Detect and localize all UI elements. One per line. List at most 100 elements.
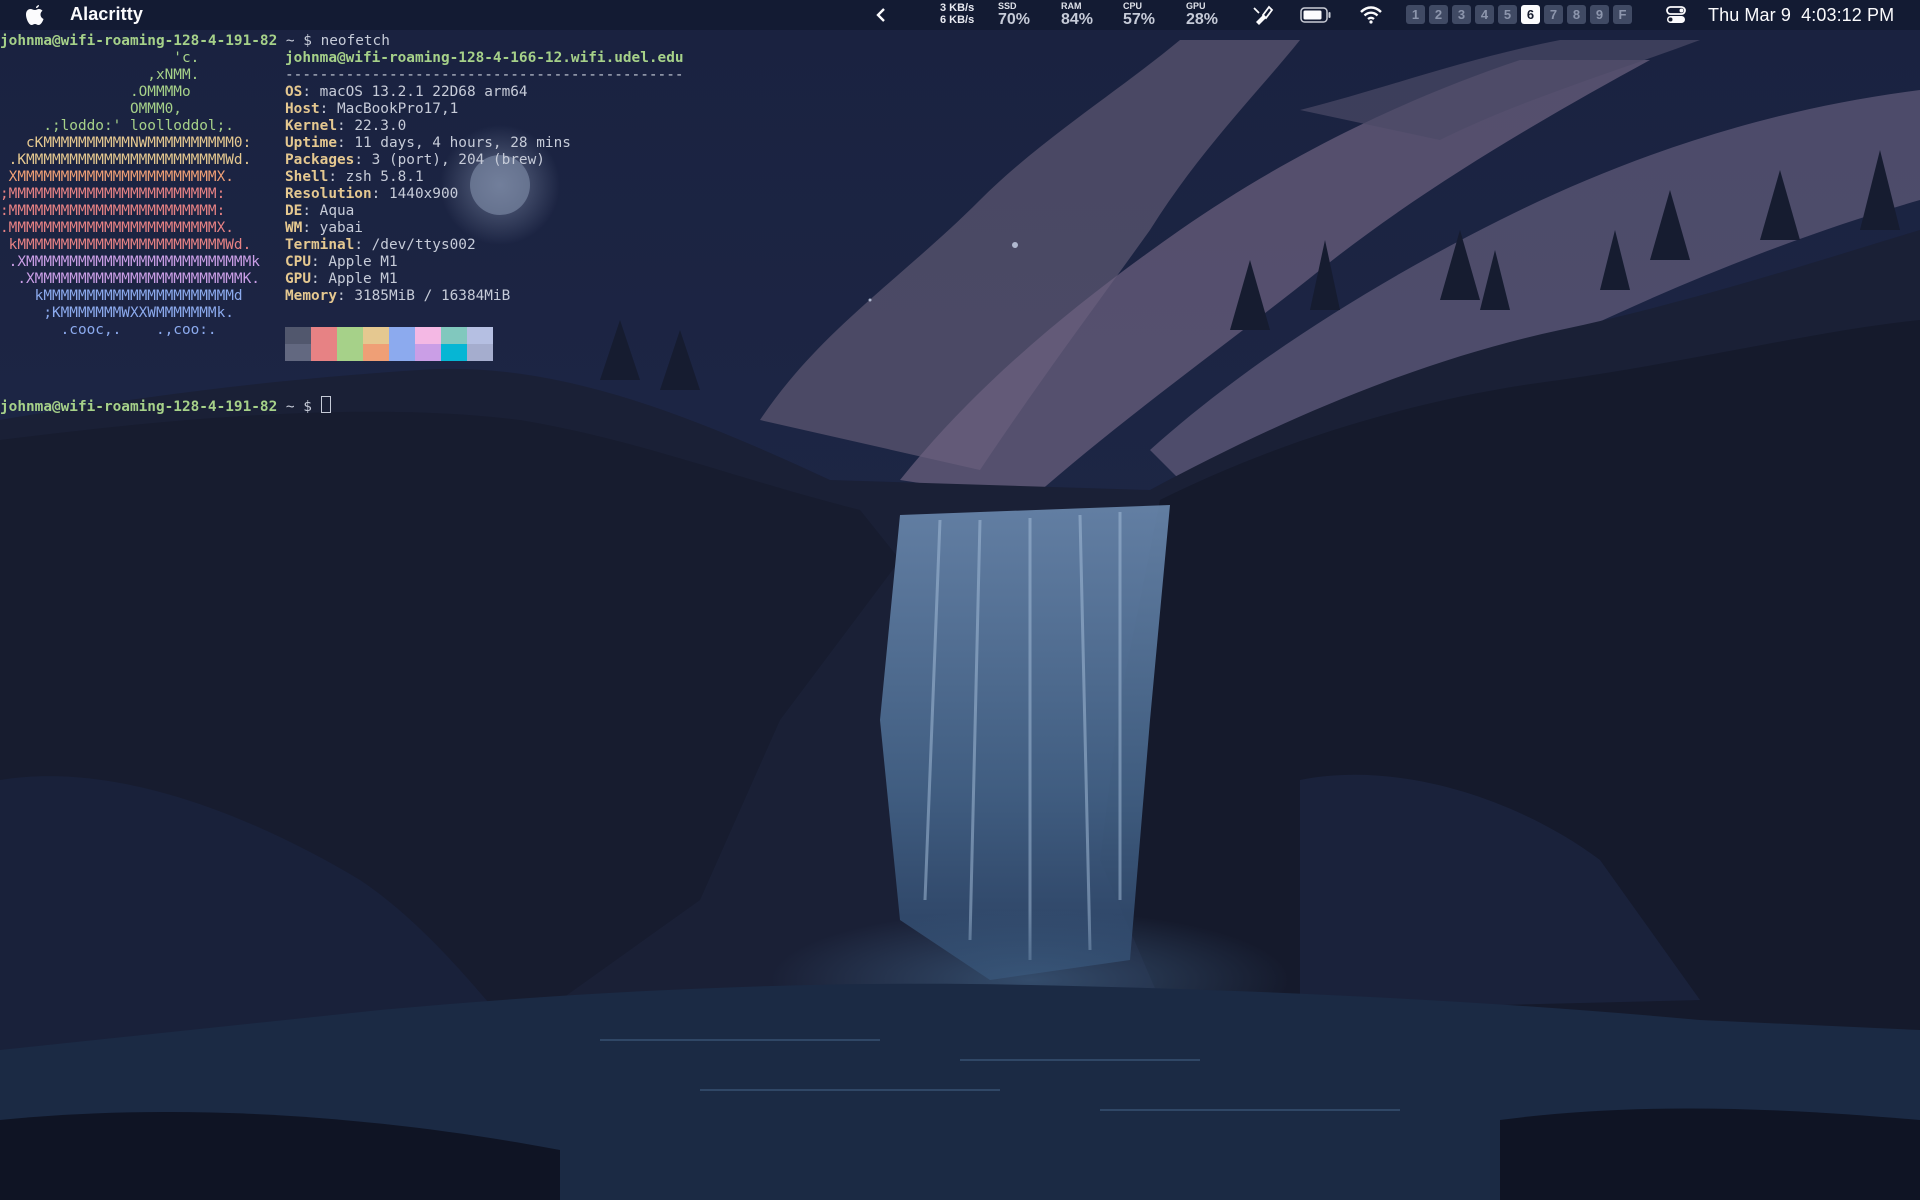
active-app-name[interactable]: Alacritty — [70, 4, 143, 25]
network-upload: 3 KB/s — [940, 2, 975, 14]
space-f[interactable]: F — [1613, 5, 1632, 24]
info-key: WM — [285, 220, 303, 236]
ascii-art-line: cKMMMMMMMMMMNWMMMMMMMMMM0: — [0, 135, 252, 151]
palette-swatch — [441, 327, 467, 344]
space-2[interactable]: 2 — [1429, 5, 1448, 24]
info-key: Shell — [285, 169, 329, 185]
command-text: neofetch — [320, 33, 390, 49]
info-terminal: Terminal: /dev/ttys002 — [285, 237, 476, 253]
gpu-label: GPU — [1186, 1, 1206, 11]
ram-stat[interactable]: RAM 84% — [1061, 1, 1093, 28]
info-host: Host: MacBookPro17,1 — [285, 101, 459, 117]
clock-date: Thu Mar 9 — [1708, 5, 1791, 25]
space-8[interactable]: 8 — [1567, 5, 1586, 24]
palette-swatch — [285, 327, 311, 344]
neofetch-title: johnma@wifi-roaming-128-4-166-12.wifi.ud… — [285, 50, 684, 66]
info-value: zsh 5.8.1 — [345, 169, 424, 185]
ascii-art-line: .OMMMMo — [0, 84, 191, 100]
chevron-left-icon[interactable] — [874, 5, 888, 25]
gpu-value: 28% — [1186, 11, 1219, 28]
info-packages: Packages: 3 (port), 204 (brew) — [285, 152, 545, 168]
info-value: yabai — [319, 220, 363, 236]
prompt-host: johnma@wifi-roaming-128-4-191-82 — [0, 33, 278, 49]
prompt-line-1: johnma@wifi-roaming-128-4-191-82 ~ $ neo… — [0, 33, 390, 50]
space-7[interactable]: 7 — [1544, 5, 1563, 24]
info-key: CPU — [285, 254, 311, 270]
palette-swatch — [311, 327, 337, 344]
info-key: Resolution — [285, 186, 372, 202]
info-value: 3185MiB / 16384MiB — [354, 288, 511, 304]
palette-swatch — [337, 344, 363, 361]
info-key: Packages — [285, 152, 355, 168]
info-os: OS: macOS 13.2.1 22D68 arm64 — [285, 84, 528, 100]
info-kernel: Kernel: 22.3.0 — [285, 118, 407, 134]
space-1[interactable]: 1 — [1406, 5, 1425, 24]
palette-swatch — [389, 344, 415, 361]
ram-value: 84% — [1061, 11, 1094, 28]
control-center-icon[interactable] — [1666, 6, 1686, 24]
info-gpu: GPU: Apple M1 — [285, 271, 398, 287]
space-indicators: 1 2 3 4 5 6 7 8 9 F — [1406, 5, 1632, 24]
info-value: Apple M1 — [328, 271, 398, 287]
info-value: /dev/ttys002 — [371, 237, 476, 253]
info-value: 3 (port), 204 (brew) — [371, 152, 545, 168]
ascii-art-line: .MMMMMMMMMMMMMMMMMMMMMMMMX. — [0, 220, 234, 236]
palette-swatch — [363, 327, 389, 344]
ascii-art-line: .XMMMMMMMMMMMMMMMMMMMMMMMMK. — [0, 271, 260, 287]
apple-icon[interactable] — [25, 4, 45, 26]
ascii-art-line: .XMMMMMMMMMMMMMMMMMMMMMMMMMMk — [0, 254, 260, 270]
clock-time: 4:03:12 PM — [1801, 5, 1895, 25]
wifi-icon[interactable] — [1359, 6, 1383, 24]
palette-swatch — [415, 344, 441, 361]
space-4[interactable]: 4 — [1475, 5, 1494, 24]
prompt-path: ~ $ — [277, 399, 321, 415]
neofetch-separator: ----------------------------------------… — [285, 67, 684, 83]
terminal-cursor — [320, 396, 331, 413]
clock[interactable]: Thu Mar 9 4:03:12 PM — [1708, 5, 1894, 26]
info-key: Terminal — [285, 237, 355, 253]
space-5[interactable]: 5 — [1498, 5, 1517, 24]
info-key: Memory — [285, 288, 337, 304]
space-9[interactable]: 9 — [1590, 5, 1609, 24]
ascii-art-line: ;KMMMMMMMWXXWMMMMMMMk. — [0, 305, 234, 321]
battery-icon[interactable] — [1300, 7, 1332, 23]
info-value: 22.3.0 — [354, 118, 407, 134]
ascii-art-line: .KMMMMMMMMMMMMMMMMMMMMMMMWd. — [0, 152, 252, 168]
ssd-stat[interactable]: SSD 70% — [998, 1, 1030, 28]
prompt-path: ~ $ — [277, 33, 321, 49]
network-download: 6 KB/s — [940, 14, 975, 26]
space-3[interactable]: 3 — [1452, 5, 1471, 24]
ascii-art-line: OMMM0, — [0, 101, 182, 117]
palette-swatch — [467, 344, 493, 361]
ascii-art-line: ;MMMMMMMMMMMMMMMMMMMMMMMM: — [0, 186, 226, 202]
info-key: Uptime — [285, 135, 337, 151]
cpu-stat[interactable]: CPU 57% — [1123, 1, 1155, 28]
gpu-stat[interactable]: GPU 28% — [1186, 1, 1218, 28]
info-key: GPU — [285, 271, 311, 287]
ascii-art-line: XMMMMMMMMMMMMMMMMMMMMMMMX. — [0, 169, 234, 185]
ascii-art-line: 'c. — [0, 50, 200, 66]
info-wm: WM: yabai — [285, 220, 363, 236]
palette-swatch — [389, 327, 415, 344]
ascii-art-line: :MMMMMMMMMMMMMMMMMMMMMMMM: — [0, 203, 226, 219]
palette-swatch — [337, 327, 363, 344]
terminal-window[interactable]: johnma@wifi-roaming-128-4-191-82 ~ $ neo… — [0, 30, 760, 430]
color-palette-bottom — [285, 344, 493, 361]
space-6-active[interactable]: 6 — [1521, 5, 1540, 24]
info-value: Apple M1 — [328, 254, 398, 270]
ram-label: RAM — [1061, 1, 1082, 11]
ascii-art-line: .;loddo:' loolloddol;. — [0, 118, 234, 134]
cpu-label: CPU — [1123, 1, 1143, 11]
ascii-art-line: kMMMMMMMMMMMMMMMMMMMMMMd — [0, 288, 243, 304]
info-cpu: CPU: Apple M1 — [285, 254, 398, 270]
info-resolution: Resolution: 1440x900 — [285, 186, 459, 202]
color-palette-top — [285, 327, 493, 344]
palette-swatch — [311, 344, 337, 361]
palette-swatch — [441, 344, 467, 361]
ssd-value: 70% — [998, 11, 1031, 28]
info-value: Aqua — [319, 203, 355, 219]
prompt-host: johnma@wifi-roaming-128-4-191-82 — [0, 399, 278, 415]
info-shell: Shell: zsh 5.8.1 — [285, 169, 424, 185]
network-speed[interactable]: 3 KB/s 6 KB/s — [940, 2, 974, 26]
brush-icon[interactable] — [1252, 4, 1274, 26]
